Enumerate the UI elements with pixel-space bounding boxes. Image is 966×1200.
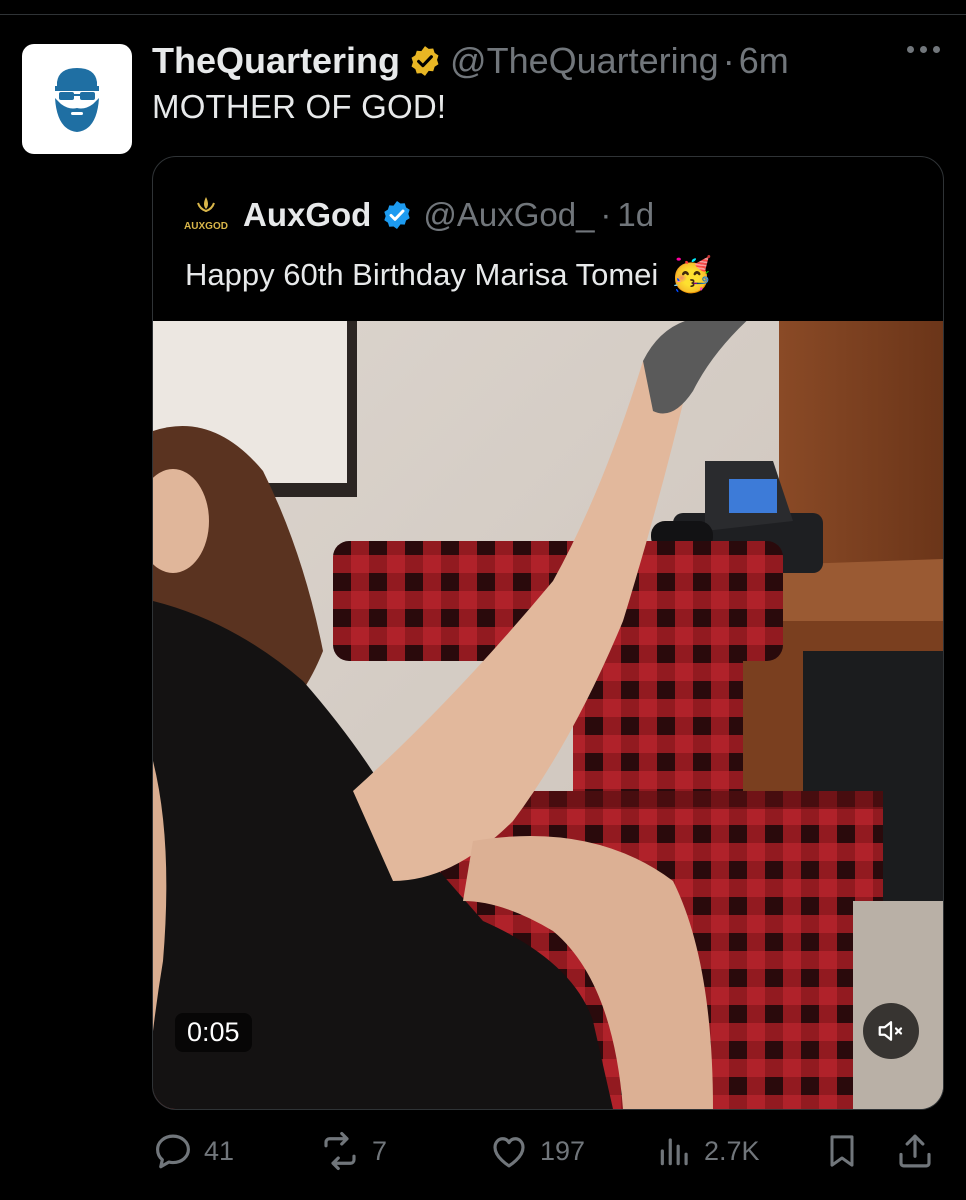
party-face-emoji: 🥳	[670, 256, 713, 294]
quoted-post-time[interactable]: 1d	[617, 196, 654, 234]
quoted-post-text-row: Happy 60th Birthday Marisa Tomei 🥳	[185, 255, 713, 295]
header-separator: ·	[722, 40, 735, 81]
video-player[interactable]: 0:05	[153, 321, 943, 1109]
post-time[interactable]: 6m	[739, 40, 789, 82]
repost-icon	[324, 1131, 356, 1171]
quoted-author-handle[interactable]: @AuxGod_	[423, 196, 594, 234]
more-dots-icon[interactable]	[907, 46, 940, 53]
quoted-author-name[interactable]: AuxGod	[243, 196, 371, 234]
author-avatar[interactable]	[22, 44, 132, 154]
repost-count: 7	[372, 1135, 388, 1166]
author-name[interactable]: TheQuartering	[152, 40, 400, 82]
top-divider	[0, 14, 966, 15]
auxgod-logo-text: AUXGOD	[184, 221, 228, 232]
video-duration: 0:05	[175, 1013, 252, 1052]
bearded-man-logo-icon	[55, 68, 99, 132]
muted-speaker-icon[interactable]	[863, 1003, 919, 1059]
bookmark-icon	[830, 1135, 854, 1167]
verified-blue-icon[interactable]	[381, 199, 413, 231]
auxgod-logo: AUXGOD	[183, 195, 229, 235]
share-icon	[899, 1134, 931, 1168]
repost-button[interactable]: 7	[318, 1130, 387, 1172]
verified-gold-icon[interactable]	[408, 44, 442, 78]
post-text: MOTHER OF GOD!	[152, 88, 447, 125]
video-frame	[153, 321, 943, 1109]
quoted-header-separator: ·	[600, 196, 612, 233]
post-header: TheQuartering @TheQuartering · 6m	[152, 38, 789, 84]
like-button[interactable]: 197	[488, 1130, 585, 1172]
reply-icon	[156, 1134, 190, 1169]
quoted-post[interactable]: AUXGOD AuxGod @AuxGod_ · 1d Happy 60th B…	[152, 156, 944, 1110]
share-button[interactable]	[894, 1130, 936, 1172]
quoted-post-text: Happy 60th Birthday Marisa Tomei	[185, 257, 659, 292]
quoted-post-header: AUXGOD AuxGod @AuxGod_ · 1d	[183, 195, 654, 235]
view-count: 2.7K	[704, 1135, 760, 1166]
author-handle[interactable]: @TheQuartering	[450, 40, 719, 82]
views-button[interactable]: 2.7K	[656, 1130, 760, 1172]
reply-button[interactable]: 41	[152, 1130, 234, 1172]
post-actions: 41 7 197 2.7K	[152, 1122, 942, 1182]
bookmark-button[interactable]	[822, 1130, 862, 1172]
reply-count: 41	[204, 1135, 235, 1166]
like-count: 197	[540, 1135, 586, 1166]
views-icon	[660, 1138, 688, 1166]
like-icon	[493, 1137, 525, 1168]
